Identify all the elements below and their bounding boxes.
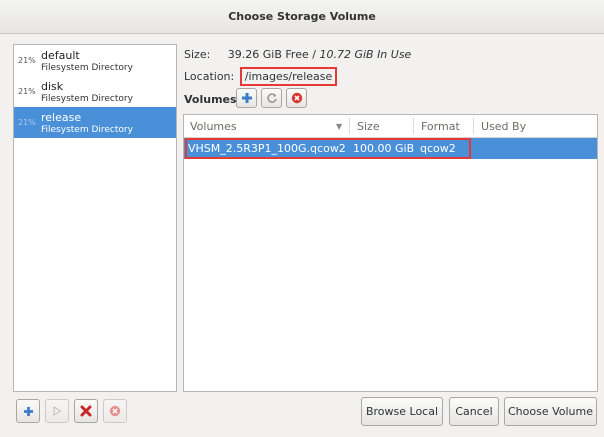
cancel-button[interactable]: Cancel [449, 397, 499, 426]
pool-location-row: Location: /images/release [184, 67, 338, 86]
pool-name: default [41, 49, 80, 62]
storage-pool-list[interactable]: 21% default Filesystem Directory 21% dis… [13, 44, 177, 392]
pool-size-row: Size: 39.26 GiB Free / 10.72 GiB In Use [184, 48, 411, 61]
refresh-icon [266, 93, 277, 103]
delete-volume-button[interactable] [286, 88, 307, 108]
plus-icon [241, 93, 252, 103]
play-icon [53, 406, 62, 416]
browse-local-button[interactable]: Browse Local [361, 397, 443, 426]
size-free-value: 39.26 GiB Free / [227, 48, 316, 61]
pool-name: disk [41, 80, 64, 93]
add-volume-button[interactable] [236, 88, 257, 108]
delete-pool-button[interactable] [103, 399, 127, 423]
pool-item-disk[interactable]: 21% disk Filesystem Directory [14, 76, 176, 107]
sort-arrow-icon[interactable]: ▼ [336, 122, 342, 131]
size-used-value: 10.72 GiB In Use [319, 48, 412, 61]
pool-name: release [41, 111, 82, 124]
column-divider [473, 118, 474, 134]
refresh-volumes-button[interactable] [261, 88, 282, 108]
pool-usage-percent: 21% [18, 118, 36, 127]
window-title: Choose Storage Volume [228, 10, 376, 23]
column-header-format[interactable]: Format [421, 120, 460, 133]
volumes-label: Volumes [184, 93, 237, 106]
stop-icon [291, 92, 302, 104]
pool-type: Filesystem Directory [41, 125, 133, 135]
title-bar: Choose Storage Volume [0, 0, 604, 34]
column-header-volumes[interactable]: Volumes [190, 120, 237, 133]
pool-type: Filesystem Directory [41, 63, 133, 73]
pool-item-release[interactable]: 21% release Filesystem Directory [14, 107, 176, 138]
pool-usage-percent: 21% [18, 56, 36, 65]
pool-type: Filesystem Directory [41, 94, 133, 104]
location-label: Location: [184, 70, 235, 83]
pool-item-default[interactable]: 21% default Filesystem Directory [14, 45, 176, 76]
column-divider [413, 118, 414, 134]
stop-icon [109, 405, 121, 417]
red-x-icon [80, 405, 92, 417]
pool-usage-percent: 21% [18, 87, 36, 96]
plus-icon [23, 406, 33, 416]
stop-pool-button[interactable] [74, 399, 98, 423]
column-header-used-by[interactable]: Used By [481, 120, 526, 133]
column-header-size[interactable]: Size [357, 120, 380, 133]
location-value: /images/release [239, 67, 338, 86]
table-header: Volumes ▼ Size Format Used By [184, 115, 597, 138]
volumes-table[interactable]: Volumes ▼ Size Format Used By VHSM_2.5R3… [183, 114, 598, 392]
size-label: Size: [184, 48, 211, 61]
start-pool-button[interactable] [45, 399, 69, 423]
choose-volume-button[interactable]: Choose Volume [504, 397, 597, 426]
column-divider [349, 118, 350, 134]
row-highlight-box [185, 138, 471, 159]
add-pool-button[interactable] [16, 399, 40, 423]
